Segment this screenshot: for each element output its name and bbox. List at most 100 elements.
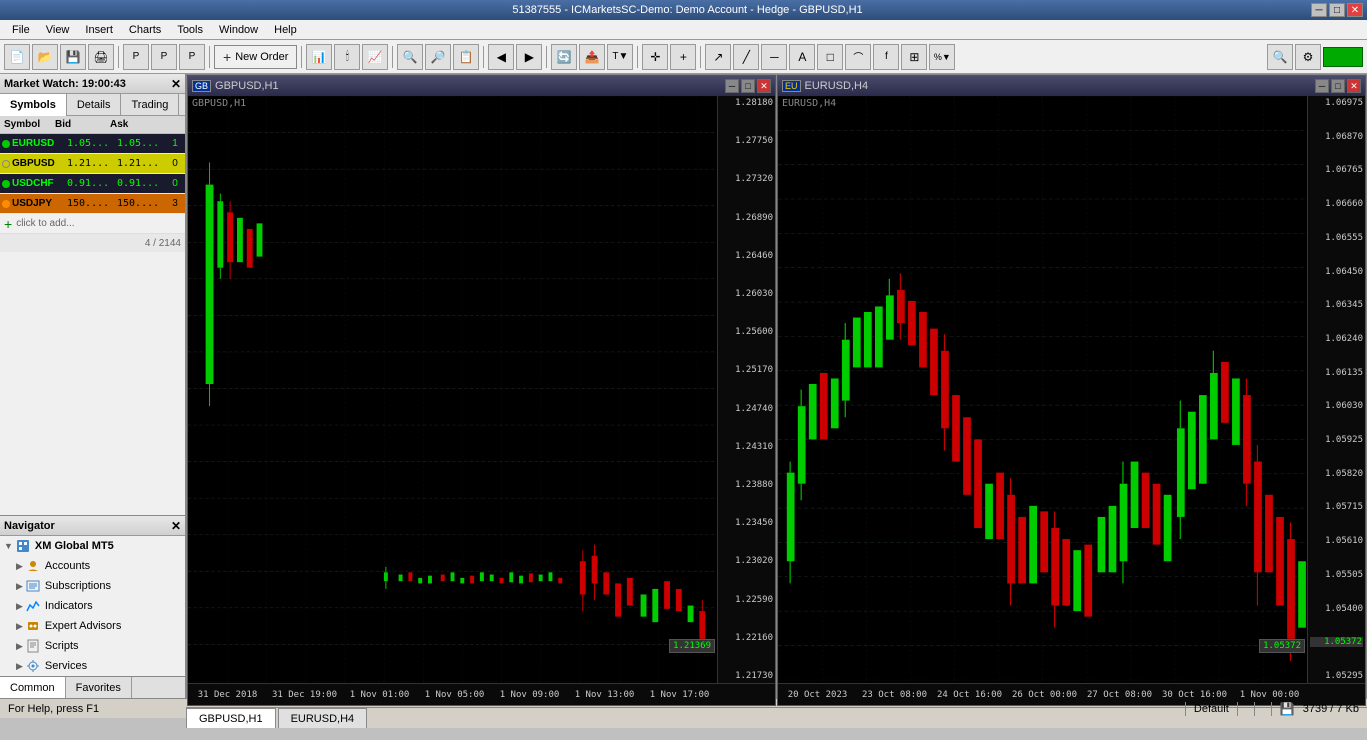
tb-fib-btn[interactable]: ⌒ [845,44,871,70]
menu-window[interactable]: Window [211,22,266,38]
mw-row-eurusd[interactable]: EURUSD 1.05... 1.05... 1 [0,134,185,154]
gbpusd-y10: 1.24310 [720,442,773,452]
mw-row-gbpusd[interactable]: GBPUSD 1.21... 1.21... 0 [0,154,185,174]
tb-template-btn[interactable]: T▼ [607,44,633,70]
eurusd-close-btn[interactable]: ✕ [1347,79,1361,93]
status-sep4 [1271,702,1272,716]
tb-sep5 [483,46,484,68]
tb-profile2-btn[interactable]: P [151,44,177,70]
eurusd-y12: 1.05820 [1310,469,1363,479]
tb-print-btn[interactable]: 🖨 [88,44,114,70]
tb-arrow-btn[interactable]: ↗ [705,44,731,70]
mw-row-usdchf[interactable]: USDCHF 0.91... 0.91... 0 [0,174,185,194]
gbpusd-y13: 1.23020 [720,556,773,566]
tb-search-btn[interactable]: 🔍 [1267,44,1293,70]
tb-indicator-btn[interactable]: f [873,44,899,70]
nav-item-accounts[interactable]: ▶ Accounts [0,556,185,576]
tb-sep7 [637,46,638,68]
nav-item-indicators[interactable]: ▶ Indicators [0,596,185,616]
menu-charts[interactable]: Charts [121,22,169,38]
gbpusd-y1: 1.28180 [720,98,773,108]
tb-scroll-left-btn[interactable]: ◀ [488,44,514,70]
tb-bar-chart-btn[interactable]: 📊 [306,44,332,70]
tb-open-btn[interactable]: 📂 [32,44,58,70]
eurusd-minimize-btn[interactable]: ─ [1315,79,1329,93]
chart-tab-gbpusd[interactable]: GBPUSD,H1 [186,708,276,728]
gbpusd-y16: 1.21730 [720,671,773,681]
eurusd-chart-canvas[interactable]: EURUSD,H4 1.05372 [778,96,1307,683]
menu-tools[interactable]: Tools [169,22,211,38]
tb-profile3-btn[interactable]: P [179,44,205,70]
tb-grid-btn[interactable]: ⊞ [901,44,927,70]
tb-crosshair-btn[interactable]: ✛ [642,44,668,70]
nav-indicators-label: Indicators [45,600,93,612]
gbpusd-flag-icon: GB [192,80,211,92]
tb-zoom-out-btn[interactable]: 🔎 [425,44,451,70]
gbpusd-minimize-btn[interactable]: ─ [725,79,739,93]
minimize-button[interactable]: ─ [1311,3,1327,17]
toolbar: 📄 📂 💾 🖨 P P P + New Order 📊 🕯 📈 🔍 🔎 📋 ◀ … [0,40,1367,74]
tb-green-btn[interactable] [1323,47,1363,67]
tb-profile-btn[interactable]: P [123,44,149,70]
nav-subscriptions-label: Subscriptions [45,580,111,592]
tb-rect-btn[interactable]: □ [817,44,843,70]
gbpusd-y5: 1.26460 [720,251,773,261]
eurusd-x4: 26 Oct 00:00 [1007,690,1082,700]
nav-item-scripts[interactable]: ▶ Scripts [0,636,185,656]
nav-item-services[interactable]: ▶ Services [0,656,185,676]
menu-help[interactable]: Help [266,22,305,38]
mw-add-row[interactable]: + click to add... [0,214,185,234]
mw-col-symbol: Symbol [2,119,53,130]
tb-candle-btn[interactable]: 🕯 [334,44,360,70]
tb-text-btn[interactable]: A [789,44,815,70]
mw-tab-trading[interactable]: Trading [121,94,179,116]
tb-period-btn[interactable]: %▼ [929,44,955,70]
eurusd-chart-main-area: EURUSD,H4 1.05372 1.06975 1.06870 1.0676… [778,96,1365,683]
nav-item-xm-global[interactable]: ▼ XM Global MT5 [0,536,185,556]
eurusd-dot [2,140,10,148]
gbpusd-close-btn[interactable]: ✕ [757,79,771,93]
tb-zoom-in-btn[interactable]: 🔍 [397,44,423,70]
tb-line-tool-btn[interactable]: ╱ [733,44,759,70]
tb-export-btn[interactable]: 📤 [579,44,605,70]
tb-plus-btn[interactable]: + [670,44,696,70]
gbpusd-x7: 1 Nov 17:00 [642,690,717,700]
market-watch-close-icon[interactable]: ✕ [171,77,181,91]
tb-settings-btn[interactable]: ⚙ [1295,44,1321,70]
tb-hline-btn[interactable]: ─ [761,44,787,70]
nav-item-expert-advisors[interactable]: ▶ Expert Advisors [0,616,185,636]
tb-refresh-btn[interactable]: 🔄 [551,44,577,70]
eurusd-maximize-btn[interactable]: □ [1331,79,1345,93]
menu-file[interactable]: File [4,22,38,38]
gbpusd-x4: 1 Nov 05:00 [417,690,492,700]
tb-scroll-right-btn[interactable]: ▶ [516,44,542,70]
gbpusd-chart-canvas[interactable]: GBPUSD,H1 1.21369 [188,96,717,683]
close-button[interactable]: ✕ [1347,3,1363,17]
new-order-button[interactable]: + New Order [214,45,297,69]
gbpusd-maximize-btn[interactable]: □ [741,79,755,93]
mw-row-usdjpy[interactable]: USDJPY 150.... 150.... 3 [0,194,185,214]
maximize-button[interactable]: □ [1329,3,1345,17]
menu-insert[interactable]: Insert [77,22,121,38]
mw-tab-details[interactable]: Details [67,94,122,116]
menu-view[interactable]: View [38,22,78,38]
gbpusd-spread: 0 [167,158,183,169]
tab-common[interactable]: Common [0,677,66,698]
chart-tab-eurusd[interactable]: EURUSD,H4 [278,708,368,728]
eurusd-x6: 30 Oct 16:00 [1157,690,1232,700]
navigator-close-icon[interactable]: ✕ [171,519,181,533]
nav-item-subscriptions[interactable]: ▶ Subscriptions [0,576,185,596]
tb-save-btn[interactable]: 💾 [60,44,86,70]
tab-favorites[interactable]: Favorites [66,677,132,698]
tb-line-btn[interactable]: 📈 [362,44,388,70]
menu-bar: File View Insert Charts Tools Window Hel… [0,20,1367,40]
eurusd-x7: 1 Nov 00:00 [1232,690,1307,700]
usdjpy-symbol: USDJPY [12,198,67,209]
eurusd-x3: 24 Oct 16:00 [932,690,1007,700]
tb-new-chart-btn[interactable]: 📄 [4,44,30,70]
accounts-icon [25,558,41,574]
tb-properties-btn[interactable]: 📋 [453,44,479,70]
mw-tab-symbols[interactable]: Symbols [0,94,67,116]
usdchf-spread: 0 [167,178,183,189]
xm-global-icon [15,538,31,554]
